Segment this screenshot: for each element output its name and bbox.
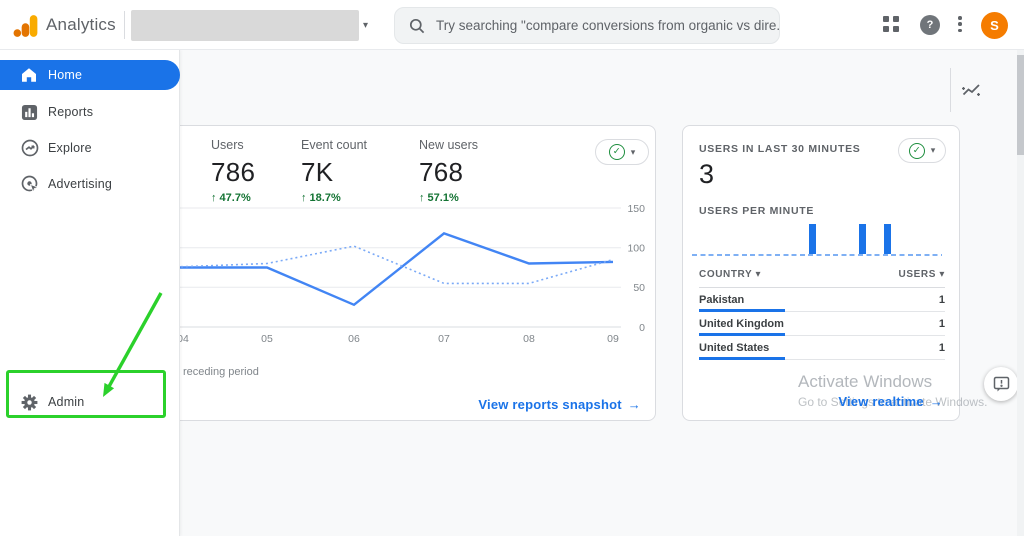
users-per-minute-bar bbox=[884, 224, 891, 254]
help-icon[interactable]: ? bbox=[920, 15, 940, 35]
feedback-button[interactable] bbox=[984, 367, 1018, 401]
analytics-logo-icon[interactable] bbox=[13, 13, 39, 39]
metric-label: Users bbox=[211, 138, 255, 152]
search-icon bbox=[409, 18, 425, 34]
check-circle-icon: ✓ bbox=[909, 143, 925, 159]
view-realtime-link[interactable]: View realtime→ bbox=[838, 394, 943, 409]
country-users: 1 bbox=[939, 318, 945, 330]
realtime-users-value: 3 bbox=[699, 159, 714, 190]
overview-card: Users 786 ↑ 47.7% Event count 7K ↑ 18.7%… bbox=[100, 125, 656, 421]
search-input[interactable] bbox=[436, 18, 779, 33]
search-bar[interactable] bbox=[394, 7, 780, 44]
kebab-dot bbox=[958, 16, 962, 20]
chevron-down-icon: ▾ bbox=[631, 147, 636, 158]
chevron-down-icon: ▾ bbox=[931, 145, 936, 156]
country-name: United States bbox=[699, 342, 769, 354]
metric-value: 768 bbox=[419, 157, 478, 188]
sort-caret-icon: ▾ bbox=[939, 269, 945, 280]
sidebar-item-explore[interactable]: Explore bbox=[0, 132, 180, 164]
right-arrow-icon: → bbox=[628, 397, 641, 412]
gear-icon bbox=[21, 393, 39, 411]
avatar[interactable]: S bbox=[981, 12, 1008, 39]
metric-label: Event count bbox=[301, 138, 367, 152]
country-bar bbox=[699, 357, 945, 360]
table-header: COUNTRY ▾ USERS ▾ bbox=[699, 269, 945, 288]
overview-line-chart: 050100150040506070809 bbox=[101, 196, 656, 346]
kebab-dot bbox=[958, 29, 962, 33]
realtime-country-table: COUNTRY ▾ USERS ▾ Pakistan 1 United King… bbox=[699, 269, 945, 360]
grid-square bbox=[893, 16, 899, 22]
property-selector-redacted[interactable] bbox=[131, 10, 359, 41]
country-bar bbox=[699, 309, 945, 312]
svg-text:0: 0 bbox=[639, 322, 645, 334]
feedback-bubble-icon bbox=[993, 376, 1010, 393]
advertising-icon bbox=[21, 175, 39, 193]
sort-caret-icon: ▾ bbox=[755, 269, 761, 280]
users-per-minute-bar bbox=[809, 224, 816, 254]
grid-square bbox=[883, 16, 889, 22]
right-arrow-icon: → bbox=[930, 394, 943, 409]
property-caret-icon[interactable]: ▾ bbox=[363, 20, 368, 31]
sidebar-item-advertising[interactable]: Advertising bbox=[0, 168, 180, 200]
sidebar-item-admin[interactable]: Admin bbox=[0, 386, 180, 418]
home-icon bbox=[21, 66, 39, 84]
app-title: Analytics bbox=[46, 0, 116, 50]
svg-text:50: 50 bbox=[633, 282, 645, 294]
topbar-divider bbox=[124, 11, 125, 39]
sidebar-item-home[interactable]: Home bbox=[0, 60, 180, 90]
top-bar: Analytics ▾ ? S bbox=[0, 0, 1024, 50]
kebab-dot bbox=[958, 22, 962, 26]
minute-baseline bbox=[692, 254, 942, 256]
users-per-minute-label: USERS PER MINUTE bbox=[699, 205, 814, 217]
table-row[interactable]: United States 1 bbox=[699, 336, 945, 360]
header-divider bbox=[950, 68, 951, 112]
metric-value: 786 bbox=[211, 157, 255, 188]
view-reports-snapshot-link[interactable]: View reports snapshot→ bbox=[478, 397, 641, 412]
scrollbar-track[interactable] bbox=[1017, 50, 1024, 536]
metric-new-users: New users 768 ↑ 57.1% bbox=[419, 138, 478, 204]
country-users: 1 bbox=[939, 342, 945, 354]
metric-users: Users 786 ↑ 47.7% bbox=[211, 138, 255, 204]
sidebar-item-reports[interactable]: Reports bbox=[0, 96, 180, 128]
reports-icon bbox=[21, 103, 39, 121]
users-per-minute-bar bbox=[859, 224, 866, 254]
country-name: United Kingdom bbox=[699, 318, 784, 330]
svg-text:09: 09 bbox=[607, 333, 619, 345]
grid-square bbox=[893, 26, 899, 32]
svg-text:08: 08 bbox=[523, 333, 535, 345]
grid-square bbox=[883, 26, 889, 32]
metric-value: 7K bbox=[301, 157, 367, 188]
comparison-footnote: receding period bbox=[183, 366, 259, 378]
svg-text:07: 07 bbox=[438, 333, 450, 345]
insights-icon[interactable] bbox=[959, 78, 983, 102]
svg-text:05: 05 bbox=[261, 333, 273, 345]
country-column-header[interactable]: COUNTRY ▾ bbox=[699, 269, 761, 280]
explore-icon bbox=[21, 139, 39, 157]
table-row[interactable]: Pakistan 1 bbox=[699, 288, 945, 312]
users-per-minute-chart bbox=[692, 222, 942, 256]
realtime-card: USERS IN LAST 30 MINUTES ✓ ▾ 3 USERS PER… bbox=[682, 125, 960, 421]
country-bar bbox=[699, 333, 945, 336]
country-name: Pakistan bbox=[699, 294, 744, 306]
apps-grid-icon[interactable] bbox=[883, 16, 900, 33]
scrollbar-thumb[interactable] bbox=[1017, 55, 1024, 155]
metric-event-count: Event count 7K ↑ 18.7% bbox=[301, 138, 367, 204]
metric-label: New users bbox=[419, 138, 478, 152]
kebab-menu-icon[interactable] bbox=[958, 16, 962, 35]
table-row[interactable]: United Kingdom 1 bbox=[699, 312, 945, 336]
svg-text:100: 100 bbox=[627, 243, 645, 255]
svg-text:150: 150 bbox=[627, 203, 645, 215]
nav-drawer: Home Reports Explore Advertising bbox=[0, 50, 180, 536]
country-users: 1 bbox=[939, 294, 945, 306]
realtime-title: USERS IN LAST 30 MINUTES bbox=[699, 143, 861, 155]
svg-text:06: 06 bbox=[348, 333, 360, 345]
data-quality-dropdown[interactable]: ✓ ▾ bbox=[595, 139, 649, 165]
users-column-header[interactable]: USERS ▾ bbox=[899, 269, 945, 280]
data-quality-dropdown[interactable]: ✓ ▾ bbox=[898, 138, 946, 163]
check-circle-icon: ✓ bbox=[609, 144, 625, 160]
